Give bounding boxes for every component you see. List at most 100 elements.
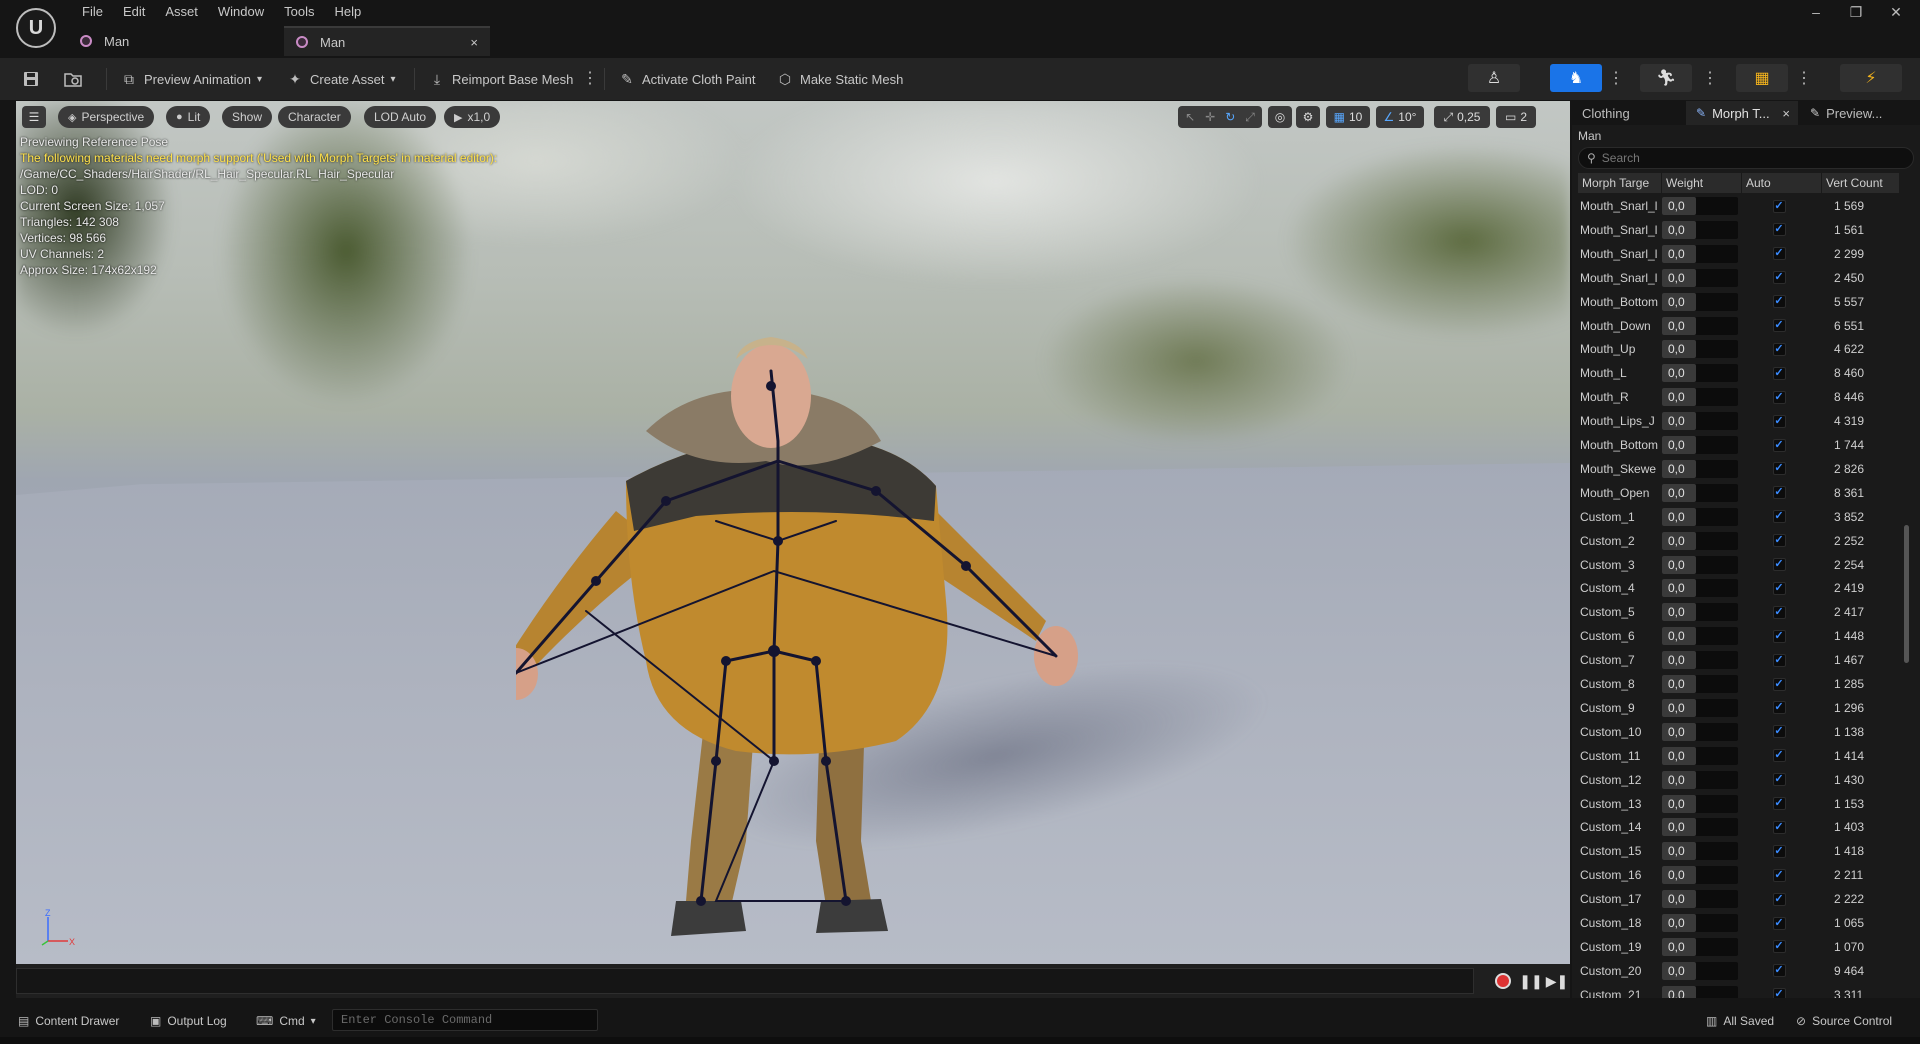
skeleton-mode-button[interactable]: ♙ [1468,64,1520,92]
auto-checkbox[interactable]: ✓ [1772,892,1786,906]
rotate-icon[interactable]: ↻ [1225,110,1235,124]
morph-target-row[interactable]: Custom_14 0,0 ✓ 1 403 [1578,816,1900,838]
weight-input[interactable]: 0,0 [1662,483,1738,502]
weight-input[interactable]: 0,0 [1662,914,1738,932]
morph-target-row[interactable]: Custom_21 0,0 ✓ 3 311 [1578,984,1900,998]
menu-file[interactable]: File [72,4,113,19]
weight-input[interactable]: 0,0 [1662,292,1738,311]
auto-checkbox[interactable]: ✓ [1772,295,1786,309]
console-command-field[interactable] [332,1009,598,1031]
scale-snap-button[interactable]: ⤢ 0,25 [1434,106,1490,128]
auto-checkbox[interactable]: ✓ [1772,797,1786,810]
weight-input[interactable]: 0,0 [1662,890,1738,909]
surface-snap-icon[interactable]: ⚙ [1296,106,1320,128]
morph-target-row[interactable]: Custom_16 0,0 ✓ 2 211 [1578,864,1900,886]
restore-icon[interactable]: ❐ [1846,4,1866,21]
morph-target-row[interactable]: Custom_17 0,0 ✓ 2 222 [1578,888,1900,910]
auto-checkbox[interactable]: ✓ [1772,964,1786,978]
auto-checkbox[interactable]: ✓ [1772,534,1786,548]
play-forward-button[interactable]: ▶❚ [1546,971,1569,991]
rotation-snap-button[interactable]: ∠ 10° [1376,106,1424,128]
morph-target-row[interactable]: Custom_4 0,0 ✓ 2 419 [1578,577,1900,599]
select-icon[interactable]: ↖ [1185,110,1195,124]
save-button[interactable] [22,66,46,92]
menu-help[interactable]: Help [324,4,371,19]
auto-checkbox[interactable]: ✓ [1772,629,1786,643]
content-drawer-button[interactable]: ▤ Content Drawer [18,1011,119,1031]
morph-target-row[interactable]: Custom_7 0,0 ✓ 1 467 [1578,649,1900,671]
scrollbar-thumb[interactable] [1904,525,1909,663]
weight-input[interactable]: 0,0 [1662,316,1738,335]
morph-target-row[interactable]: Custom_15 0,0 ✓ 1 418 [1578,840,1900,862]
auto-checkbox[interactable]: ✓ [1772,486,1786,500]
character-button[interactable]: Character [278,106,351,128]
morph-target-row[interactable]: Custom_18 0,0 ✓ 1 065 [1578,912,1900,934]
morph-target-row[interactable]: Custom_20 0,0 ✓ 9 464 [1578,960,1900,982]
morph-target-row[interactable]: Custom_13 0,0 ✓ 1 153 [1578,793,1900,815]
morph-target-row[interactable]: Mouth_Up 0,0 ✓ 4 622 [1578,338,1900,360]
character-mesh[interactable] [516,281,1116,961]
weight-input[interactable]: 0,0 [1662,627,1738,646]
weight-input[interactable]: 0,0 [1662,388,1738,407]
weight-input[interactable]: 0,0 [1662,651,1738,670]
animation-mode-options-icon[interactable]: ⋮ [1702,68,1718,88]
weight-input[interactable]: 0,0 [1662,746,1738,765]
console-input[interactable] [333,1010,597,1030]
mesh-mode-button[interactable]: ♞ [1550,64,1602,92]
weight-input[interactable]: 0,0 [1662,698,1738,717]
morph-target-row[interactable]: Custom_2 0,0 ✓ 2 252 [1578,530,1900,552]
morph-target-row[interactable]: Custom_19 0,0 ✓ 1 070 [1578,936,1900,958]
auto-checkbox[interactable]: ✓ [1772,749,1786,763]
weight-input[interactable]: 0,0 [1662,412,1738,431]
weight-input[interactable]: 0,0 [1662,794,1738,813]
morph-target-row[interactable]: Mouth_Open 0,0 ✓ 8 361 [1578,482,1900,504]
tab-preview[interactable]: ✎ Preview... [1800,101,1920,125]
tab-clothing[interactable]: Clothing [1572,101,1684,125]
translate-icon[interactable]: ✛ [1205,110,1215,124]
scale-icon[interactable]: ⤢ [1245,110,1255,125]
record-button[interactable] [1492,971,1514,991]
auto-checkbox[interactable]: ✓ [1772,773,1786,787]
weight-input[interactable]: 0,0 [1662,866,1738,885]
weight-input[interactable]: 0,0 [1662,244,1738,263]
weight-input[interactable]: 0,0 [1662,459,1738,478]
animation-mode-button[interactable]: 🏃︎ [1640,64,1692,92]
minimize-icon[interactable]: – [1806,4,1826,20]
reimport-options-icon[interactable]: ⋮ [582,68,598,88]
morph-target-row[interactable]: Mouth_Snarl_l 0,0 ✓ 2 450 [1578,267,1900,289]
auto-checkbox[interactable]: ✓ [1772,581,1786,595]
weight-input[interactable]: 0,0 [1662,937,1738,956]
close-window-icon[interactable]: ✕ [1886,4,1906,21]
auto-checkbox[interactable]: ✓ [1772,366,1786,380]
weight-input[interactable]: 0,0 [1662,675,1738,693]
physics-mode-button[interactable]: ⚡︎ [1840,64,1902,92]
weight-input[interactable]: 0,0 [1662,770,1738,789]
morph-target-row[interactable]: Custom_10 0,0 ✓ 1 138 [1578,721,1900,743]
blueprint-mode-button[interactable]: ▦ [1736,64,1788,92]
auto-checkbox[interactable]: ✓ [1772,271,1786,285]
transform-tools[interactable]: ↖ ✛ ↻ ⤢ [1178,106,1262,128]
weight-input[interactable]: 0,0 [1662,507,1738,526]
blueprint-mode-options-icon[interactable]: ⋮ [1796,68,1812,88]
camera-speed-button[interactable]: ▭ 2 [1496,106,1536,128]
menu-window[interactable]: Window [208,4,274,19]
weight-input[interactable]: 0,0 [1662,364,1738,383]
unreal-logo-icon[interactable]: U [16,8,56,48]
weight-input[interactable]: 0,0 [1662,436,1738,454]
auto-checkbox[interactable]: ✓ [1772,247,1786,261]
morph-target-row[interactable]: Mouth_Bottom 0,0 ✓ 1 744 [1578,434,1900,456]
weight-input[interactable]: 0,0 [1662,340,1738,359]
col-weight[interactable]: Weight [1662,173,1742,193]
auto-checkbox[interactable]: ✓ [1772,725,1786,739]
auto-checkbox[interactable]: ✓ [1772,414,1786,428]
morph-target-row[interactable]: Custom_6 0,0 ✓ 1 448 [1578,625,1900,647]
morph-target-row[interactable]: Custom_12 0,0 ✓ 1 430 [1578,769,1900,791]
weight-input[interactable]: 0,0 [1662,220,1738,239]
tab-morph-targets[interactable]: ✎ Morph T... × [1686,101,1798,125]
morph-target-row[interactable]: Mouth_R 0,0 ✓ 8 446 [1578,386,1900,408]
make-static-mesh-button[interactable]: ⬡ Make Static Mesh [776,66,903,92]
morph-target-row[interactable]: Custom_3 0,0 ✓ 2 254 [1578,554,1900,576]
auto-checkbox[interactable]: ✓ [1772,868,1786,882]
auto-checkbox[interactable]: ✓ [1772,510,1786,524]
morph-target-row[interactable]: Mouth_Bottom 0,0 ✓ 5 557 [1578,291,1900,313]
